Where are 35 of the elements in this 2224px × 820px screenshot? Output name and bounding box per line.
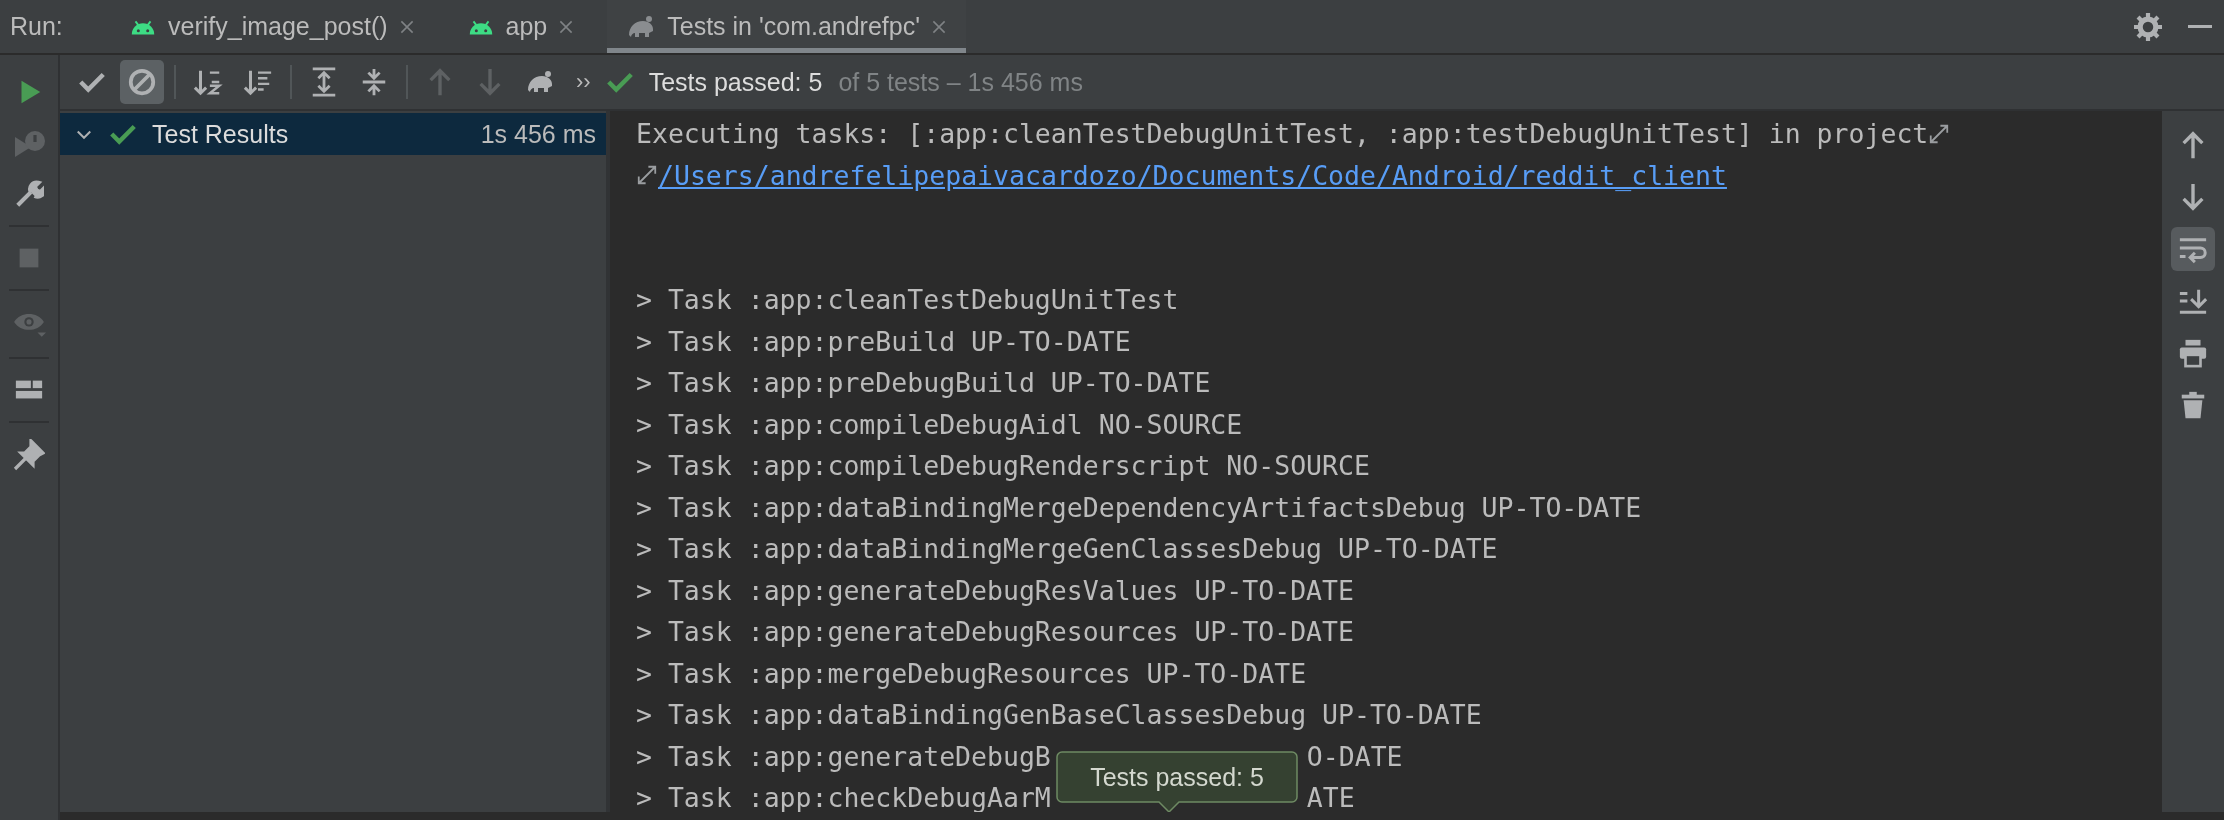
tab[interactable]: app [447, 0, 594, 53]
console-line: ATE [1306, 781, 1355, 812]
settings-icon [2134, 12, 2162, 41]
console-line: > Task :app:preDebugBuild UP-TO-DATE [636, 366, 1211, 400]
show-ignored-button[interactable] [120, 60, 164, 104]
status-text: Tests passed: 5 [648, 67, 823, 97]
blocked-icon [127, 67, 157, 97]
console-line: > Task :app:cleanTestDebugUnitTest [636, 283, 1179, 317]
console-line: > Task :app:dataBindingMergeDependencyArtifactsDebug UP-TO-DATE [636, 490, 1642, 525]
run-label: Run: [10, 12, 63, 41]
console-line: > Task :app:mergeDebugResources UP-TO-DATE [636, 656, 1307, 691]
console-line: > Task :app:dataBindingMergeGenClassesDebug UP-TO-DATE [636, 532, 1498, 566]
print-icon [2178, 338, 2208, 368]
status-detail: of 5 tests – 1s 456 ms [838, 67, 1083, 97]
tree-row[interactable]: Test Results 1s 456 ms [60, 113, 606, 155]
tooltip: Tests passed: 5 [1056, 751, 1298, 812]
project-link[interactable]: /Users/andrefelipepaivacardozo/Documents/Code/Android/reddit_client [658, 154, 1727, 196]
console-line: > Task :app:preBuild UP-TO-DATE [636, 324, 1131, 359]
more-button[interactable]: ›› [576, 69, 591, 95]
console-line: > Task :app:compileDebugRenderscript NO-SOURCE [636, 449, 1370, 483]
soft-wrap-button[interactable] [2171, 227, 2215, 271]
console-line: Executing tasks: [:app:cleanTestDebugUnitTest, :app:testDebugUnitTest] in project [636, 117, 1929, 151]
wrench-icon [14, 179, 44, 209]
console-line: > Task :app:generateDebugB [636, 739, 1051, 774]
console-line: > Task :app:checkDebugAarM [636, 781, 1051, 812]
minimize-icon [2188, 25, 2212, 28]
console-line: > Task :app:generateDebugResources UP-TO-DATE [636, 615, 1354, 649]
soft-wrap-icon [636, 164, 658, 187]
console-line: > Task :app:dataBindingGenBaseClassesDebug UP-TO-DATE [636, 698, 1482, 732]
console-line: > Task :app:compileDebugAidl NO-SOURCE [636, 407, 1243, 442]
soft-wrap-icon [1928, 122, 1951, 145]
tab[interactable]: verify_image_post() [110, 0, 434, 53]
pin-icon [13, 439, 45, 471]
console-line: > Task :app:generateDebugResValues UP-TO-DATE [636, 573, 1354, 608]
console-line: O-DATE [1306, 739, 1403, 774]
